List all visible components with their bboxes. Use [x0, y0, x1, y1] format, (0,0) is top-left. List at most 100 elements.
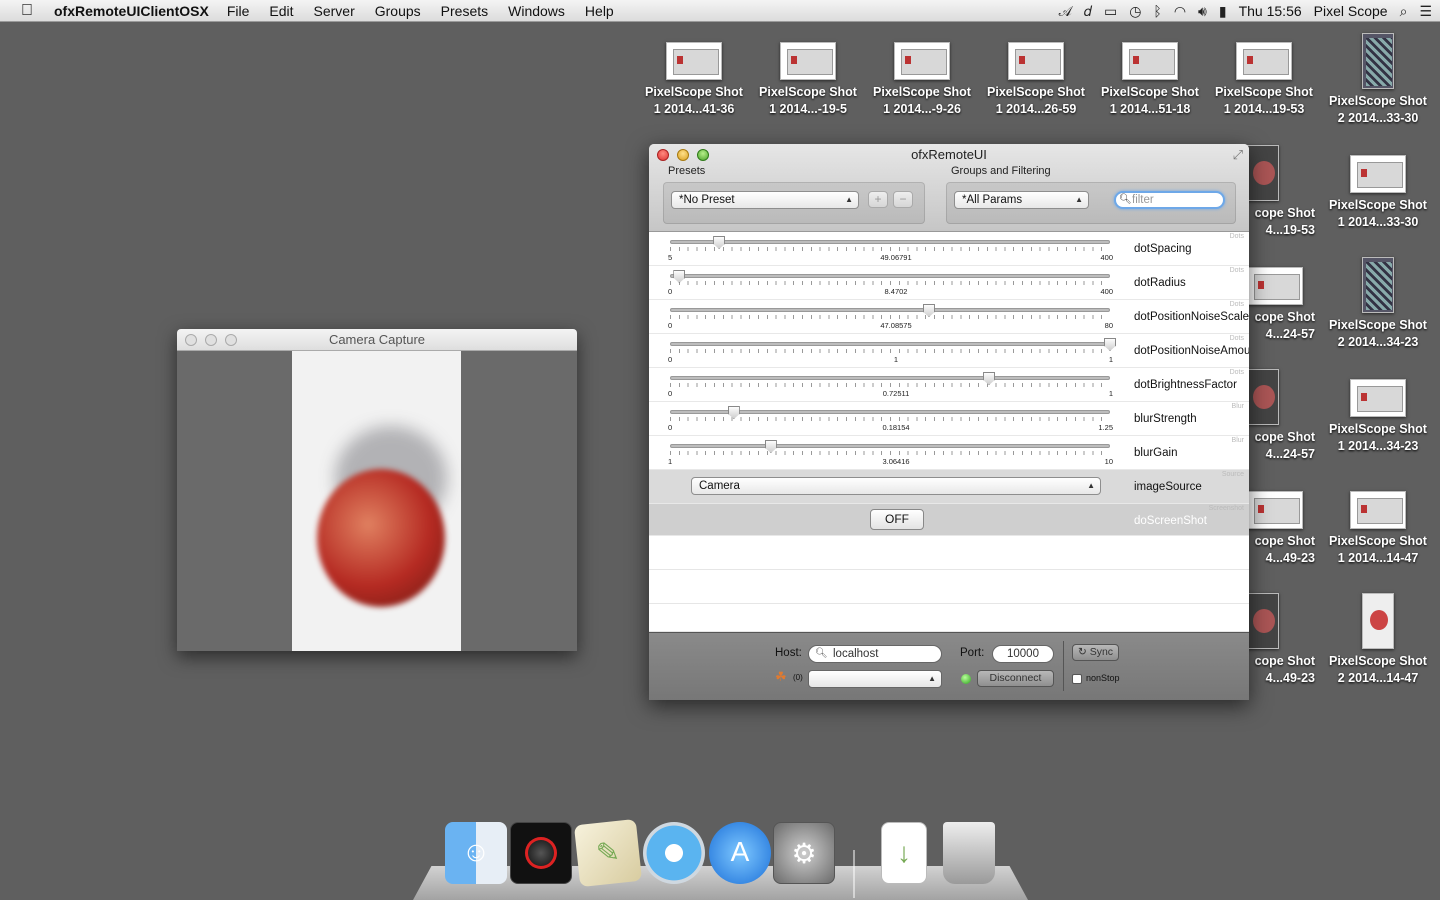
zoom-button[interactable]	[225, 334, 237, 346]
screenshot-thumbnail-icon	[1247, 491, 1303, 529]
desktop-file-icon[interactable]: PixelScope Shot 1 2014...19-53	[1209, 42, 1319, 118]
slider-track[interactable]	[670, 240, 1110, 244]
close-button[interactable]	[185, 334, 197, 346]
group-select[interactable]: *All Params ▲	[954, 191, 1089, 209]
slider-min: 0	[668, 287, 673, 296]
divider	[1063, 641, 1064, 691]
apple-menu-icon[interactable]: 	[0, 2, 54, 20]
menu-file[interactable]: File	[227, 3, 250, 19]
slider-track[interactable]	[670, 376, 1110, 380]
window-titlebar[interactable]: Camera Capture	[177, 329, 577, 351]
host-input[interactable]: 🔍︎ localhost	[808, 645, 942, 663]
file-name: PixelScope Shot	[1329, 654, 1427, 668]
add-preset-button[interactable]: +	[868, 191, 888, 208]
disconnect-button[interactable]: Disconnect	[977, 670, 1054, 687]
desktop-file-icon[interactable]: PixelScope Shot 1 2014...51-18	[1095, 42, 1205, 118]
menu-windows[interactable]: Windows	[508, 3, 565, 19]
finder-icon[interactable]: ☺	[445, 822, 507, 884]
file-name: PixelScope Shot	[1329, 422, 1427, 436]
nonstop-checkbox[interactable]	[1072, 674, 1082, 684]
desktop-file-icon[interactable]: PixelScope Shot 2 2014...33-30	[1323, 33, 1433, 127]
file-name: PixelScope Shot	[1329, 94, 1427, 108]
slider-ticks	[670, 383, 1110, 387]
fullscreen-icon[interactable]: ⤢	[1233, 147, 1243, 163]
screenshot-thumbnail-icon	[894, 42, 950, 80]
menu-edit[interactable]: Edit	[269, 3, 293, 19]
screenshot-thumbnail-icon	[1236, 42, 1292, 80]
menu-groups[interactable]: Groups	[375, 3, 421, 19]
time-machine-icon[interactable]: ◷	[1129, 3, 1141, 20]
filter-input[interactable]: 🔍︎ filter	[1114, 191, 1225, 209]
slider-min: 0	[668, 389, 673, 398]
desktop-file-icon[interactable]: PixelScope Shot 2 2014...34-23	[1323, 257, 1433, 351]
slider-max: 400	[1100, 253, 1113, 262]
user-menu[interactable]: Pixel Scope	[1314, 3, 1388, 19]
trash-icon[interactable]	[943, 822, 995, 884]
param-name: blurGain	[1134, 447, 1178, 459]
desktop-file-icon[interactable]: PixelScope Shot 1 2014...14-47	[1323, 491, 1433, 567]
param-row: Camera ▲ imageSource Source	[649, 470, 1249, 504]
desktop-file-icon[interactable]: PixelScope Shot 1 2014...-9-26	[867, 42, 977, 118]
desktop-file-icon[interactable]: PixelScope Shot 1 2014...33-30	[1323, 155, 1433, 231]
param-group: Screenshot	[1208, 505, 1244, 512]
host-value: localhost	[833, 648, 879, 660]
slider-track[interactable]	[670, 444, 1110, 448]
text-input-icon[interactable]: 𝒜	[1059, 3, 1072, 20]
file-name: 2 2014...34-23	[1337, 335, 1419, 349]
file-name: PixelScope Shot	[1215, 85, 1313, 99]
system-preferences-icon[interactable]: ⚙	[773, 822, 835, 884]
bonjour-search-icon: 🔍︎	[815, 648, 828, 659]
param-name: dotPositionNoiseScale	[1134, 311, 1249, 323]
app-menu[interactable]: ofxRemoteUIClientOSX	[54, 3, 209, 19]
preset-select[interactable]: *No Preset ▲	[671, 191, 859, 209]
document-icon[interactable]: ↓	[881, 822, 927, 884]
slider-track[interactable]	[670, 342, 1110, 346]
bluetooth-icon[interactable]: ᛒ	[1153, 3, 1161, 19]
dictionary-icon[interactable]: 𝑑	[1084, 3, 1092, 20]
minimize-button[interactable]	[205, 334, 217, 346]
image-source-select[interactable]: Camera ▲	[691, 477, 1101, 495]
param-group: Source	[1221, 471, 1244, 478]
clock[interactable]: Thu 15:56	[1239, 3, 1302, 19]
menu-help[interactable]: Help	[585, 3, 614, 19]
photo-booth-icon[interactable]	[510, 822, 572, 884]
file-name: 1 2014...14-47	[1337, 551, 1419, 565]
script-editor-icon[interactable]: ✎	[573, 818, 643, 888]
spotlight-icon[interactable]: ⌕	[1400, 3, 1408, 20]
file-name: PixelScope Shot	[759, 85, 857, 99]
volume-icon[interactable]: 🔊︎	[1198, 3, 1207, 20]
presets-label: Presets	[668, 165, 706, 177]
param-name: blurStrength	[1134, 413, 1197, 425]
neighbors-select[interactable]: ▲	[808, 670, 942, 688]
safari-icon[interactable]	[643, 822, 705, 884]
slider-track[interactable]	[670, 308, 1110, 312]
app-store-icon[interactable]: A	[709, 822, 771, 884]
slider-ticks	[670, 451, 1110, 455]
window-title: ofxRemoteUI	[911, 147, 987, 162]
group-select-value: *All Params	[962, 194, 1023, 206]
remove-preset-button[interactable]: −	[893, 191, 913, 208]
desktop-file-icon[interactable]: PixelScope Shot 1 2014...-19-5	[753, 42, 863, 118]
screenshot-thumbnail-icon	[780, 42, 836, 80]
param-row: OFF doScreenShot Screenshot	[649, 504, 1249, 536]
notification-center-icon[interactable]: ☰	[1419, 3, 1432, 20]
desktop-file-icon[interactable]: PixelScope Shot 1 2014...26-59	[981, 42, 1091, 118]
battery-icon[interactable]: ▮	[1219, 3, 1227, 20]
desktop-file-icon[interactable]: PixelScope Shot 1 2014...34-23	[1323, 379, 1433, 455]
slider-track[interactable]	[670, 274, 1110, 278]
file-name: 2 2014...14-47	[1337, 671, 1419, 685]
param-row: 0 0.72511 1 dotBrightnessFactor Dots	[649, 368, 1249, 402]
slider-max: 1	[1108, 389, 1113, 398]
desktop-file-icon[interactable]: PixelScope Shot 2 2014...14-47	[1323, 593, 1433, 687]
menu-server[interactable]: Server	[314, 3, 355, 19]
wifi-icon[interactable]: ◠	[1174, 3, 1186, 20]
file-name: 1 2014...26-59	[995, 102, 1077, 116]
dock: ☺ ✎ A ⚙ ↓	[413, 818, 1028, 900]
screenshot-toggle-button[interactable]: OFF	[870, 509, 924, 530]
sync-button[interactable]: ↻ Sync	[1072, 644, 1119, 661]
airplay-icon[interactable]: ▭	[1104, 3, 1117, 20]
desktop-file-icon[interactable]: PixelScope Shot 1 2014...41-36	[639, 42, 749, 118]
menu-presets[interactable]: Presets	[441, 3, 488, 19]
screenshot-thumbnail-icon	[1122, 42, 1178, 80]
port-input[interactable]: 10000	[992, 645, 1054, 663]
